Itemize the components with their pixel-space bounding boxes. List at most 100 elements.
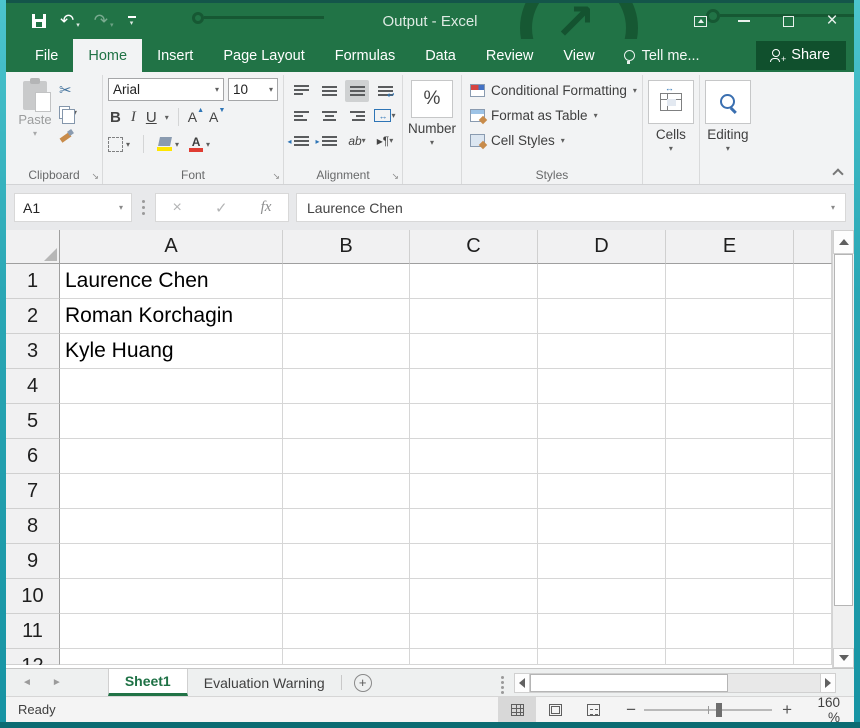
scroll-right-button[interactable] xyxy=(820,673,836,693)
column-header-A[interactable]: A xyxy=(60,230,283,264)
cell-C4[interactable] xyxy=(410,369,538,404)
view-page-break-button[interactable] xyxy=(574,697,612,722)
cell-E11[interactable] xyxy=(666,614,794,649)
tab-page-layout[interactable]: Page Layout xyxy=(208,39,319,72)
cell-D6[interactable] xyxy=(538,439,666,474)
cell-C3[interactable] xyxy=(410,334,538,369)
cell-A3[interactable]: Kyle Huang xyxy=(60,334,283,369)
formula-bar-splitter[interactable] xyxy=(142,206,145,209)
cell-E7[interactable] xyxy=(666,474,794,509)
column-header-B[interactable]: B xyxy=(283,230,410,264)
cell-D7[interactable] xyxy=(538,474,666,509)
column-header-partial[interactable] xyxy=(794,230,832,264)
sheet-tab-evaluation-warning[interactable]: Evaluation Warning xyxy=(188,669,341,696)
vertical-scroll-thumb[interactable] xyxy=(834,254,853,606)
font-color-dropdown-icon[interactable]: ▾ xyxy=(206,140,210,149)
merge-dropdown-icon[interactable]: ▾ xyxy=(391,111,395,120)
horizontal-scrollbar[interactable] xyxy=(514,673,836,693)
format-as-table-button[interactable]: Format as Table ▾ xyxy=(467,103,637,128)
cell-E8[interactable] xyxy=(666,509,794,544)
maximize-button[interactable] xyxy=(766,3,810,39)
cell-D9[interactable] xyxy=(538,544,666,579)
top-align-button[interactable] xyxy=(289,80,313,102)
cell-A4[interactable] xyxy=(60,369,283,404)
cell-C5[interactable] xyxy=(410,404,538,439)
cell-E10[interactable] xyxy=(666,579,794,614)
cell-A10[interactable] xyxy=(60,579,283,614)
cell-E1[interactable] xyxy=(666,264,794,299)
row-header-2[interactable]: 2 xyxy=(6,299,60,334)
orientation-button[interactable]: ab▾ xyxy=(345,130,369,152)
insert-function-icon[interactable]: fx xyxy=(261,199,272,216)
borders-dropdown-icon[interactable]: ▾ xyxy=(126,140,130,149)
borders-button[interactable]: ▾ xyxy=(108,136,130,153)
cell-partial-row-12[interactable] xyxy=(794,649,832,665)
align-center-button[interactable] xyxy=(317,105,341,127)
cell-B8[interactable] xyxy=(283,509,410,544)
cell-D2[interactable] xyxy=(538,299,666,334)
cell-C9[interactable] xyxy=(410,544,538,579)
middle-align-button[interactable] xyxy=(317,80,341,102)
decrease-indent-button[interactable] xyxy=(289,130,313,152)
cell-D4[interactable] xyxy=(538,369,666,404)
add-sheet-button[interactable]: + xyxy=(354,674,372,692)
cell-partial-row-1[interactable] xyxy=(794,264,832,299)
select-all-corner[interactable] xyxy=(6,230,60,264)
cell-B9[interactable] xyxy=(283,544,410,579)
cell-E12[interactable] xyxy=(666,649,794,665)
row-header-12[interactable]: 12 xyxy=(6,649,60,665)
vertical-scroll-track[interactable] xyxy=(833,254,854,648)
cell-D11[interactable] xyxy=(538,614,666,649)
cell-A8[interactable] xyxy=(60,509,283,544)
row-header-3[interactable]: 3 xyxy=(6,334,60,369)
decrease-font-size-button[interactable]: A▼ xyxy=(209,109,224,125)
cell-B11[interactable] xyxy=(283,614,410,649)
zoom-in-button[interactable]: + xyxy=(772,700,804,720)
merge-center-button[interactable]: ↔▾ xyxy=(373,105,397,127)
tab-scroll-splitter[interactable] xyxy=(501,681,504,684)
cell-A9[interactable] xyxy=(60,544,283,579)
column-header-D[interactable]: D xyxy=(538,230,666,264)
cell-partial-row-8[interactable] xyxy=(794,509,832,544)
cell-A1[interactable]: Laurence Chen xyxy=(60,264,283,299)
cell-partial-row-6[interactable] xyxy=(794,439,832,474)
cell-E6[interactable] xyxy=(666,439,794,474)
bottom-align-button[interactable] xyxy=(345,80,369,102)
alignment-dialog-launcher-icon[interactable]: ↘ xyxy=(391,172,399,181)
cell-partial-row-3[interactable] xyxy=(794,334,832,369)
align-left-button[interactable] xyxy=(289,105,313,127)
text-direction-dropdown-icon[interactable]: ▾ xyxy=(389,136,393,145)
increase-indent-button[interactable] xyxy=(317,130,341,152)
scroll-down-button[interactable] xyxy=(833,648,854,668)
cell-C1[interactable] xyxy=(410,264,538,299)
copy-button[interactable]: ▾ xyxy=(59,104,97,121)
cell-styles-button[interactable]: Cell Styles ▾ xyxy=(467,128,637,153)
cell-D5[interactable] xyxy=(538,404,666,439)
row-header-7[interactable]: 7 xyxy=(6,474,60,509)
font-size-combo[interactable]: 10 ▾ xyxy=(228,78,278,101)
underline-dropdown-icon[interactable]: ▾ xyxy=(165,113,169,122)
view-page-layout-button[interactable] xyxy=(536,697,574,722)
cell-D12[interactable] xyxy=(538,649,666,665)
cell-A11[interactable] xyxy=(60,614,283,649)
zoom-slider-thumb[interactable] xyxy=(716,703,722,717)
formula-bar-input[interactable]: Laurence Chen ▾ xyxy=(296,193,846,222)
bold-button[interactable]: B xyxy=(108,109,123,126)
font-size-dropdown-icon[interactable]: ▾ xyxy=(265,85,273,94)
minimize-button[interactable] xyxy=(722,3,766,39)
confirm-entry-icon[interactable]: ✓ xyxy=(215,199,228,217)
cell-C11[interactable] xyxy=(410,614,538,649)
row-header-8[interactable]: 8 xyxy=(6,509,60,544)
italic-button[interactable]: I xyxy=(129,109,138,126)
cell-C7[interactable] xyxy=(410,474,538,509)
cell-D8[interactable] xyxy=(538,509,666,544)
fill-color-dropdown-icon[interactable]: ▾ xyxy=(175,140,179,149)
editing-button[interactable] xyxy=(705,80,751,124)
font-name-dropdown-icon[interactable]: ▾ xyxy=(211,85,219,94)
cell-C8[interactable] xyxy=(410,509,538,544)
zoom-slider[interactable] xyxy=(644,703,772,717)
cell-B3[interactable] xyxy=(283,334,410,369)
vertical-scrollbar[interactable] xyxy=(832,230,854,668)
cell-partial-row-4[interactable] xyxy=(794,369,832,404)
cell-E2[interactable] xyxy=(666,299,794,334)
